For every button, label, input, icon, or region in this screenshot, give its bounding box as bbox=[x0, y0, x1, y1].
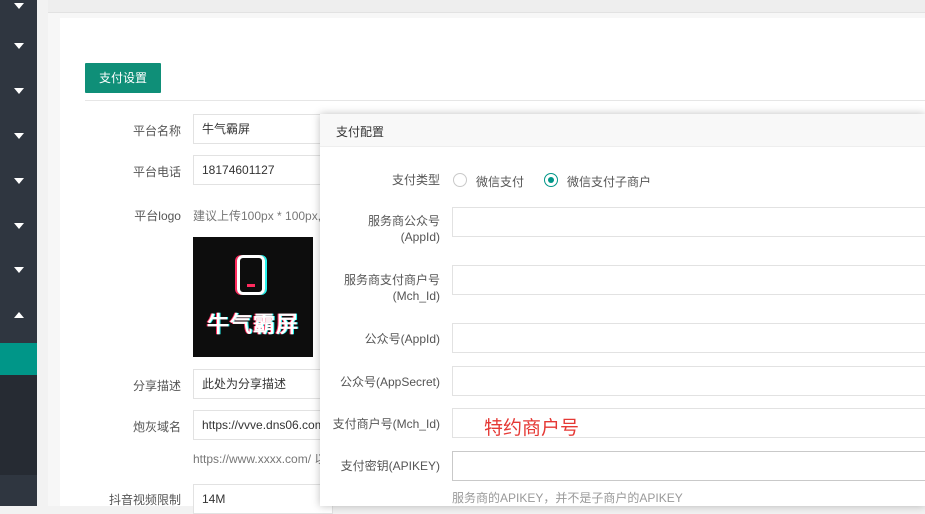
apikey-hint: 服务商的APIKEY，并不是子商户的APIKEY bbox=[452, 491, 683, 505]
mchid-label: 支付商户号(Mch_Id) bbox=[332, 417, 440, 431]
sidebar bbox=[0, 0, 37, 506]
radio-wechat-pay-label[interactable]: 微信支付 bbox=[476, 173, 524, 190]
cannon-domain-label: 炮灰域名 bbox=[132, 420, 181, 434]
pay-config-dialog: 支付配置 支付类型 微信支付 微信支付子商户 服务商公众号 (AppId) 服务… bbox=[320, 114, 925, 506]
sp-mchid-label-line1: 服务商支付商户号 bbox=[343, 273, 440, 287]
dialog-header: 支付配置 bbox=[320, 114, 925, 147]
chevron-down-icon bbox=[14, 43, 24, 49]
appsecret-input[interactable] bbox=[452, 366, 925, 396]
sidebar-item-8[interactable] bbox=[0, 294, 37, 338]
sidebar-item-3[interactable] bbox=[0, 70, 37, 114]
sp-appid-label: 服务商公众号 (AppId) bbox=[320, 213, 440, 245]
sp-appid-label-line1: 服务商公众号 bbox=[367, 214, 440, 228]
logo-size-hint: 建议上传100px * 100px, bbox=[193, 209, 322, 223]
radio-wechat-pay[interactable] bbox=[453, 173, 467, 187]
annotation-text: 特约商户号 bbox=[484, 418, 580, 439]
platform-name-input[interactable]: 牛气霸屏 bbox=[193, 114, 333, 144]
logo-brand-text: 牛气霸屏 bbox=[206, 312, 299, 337]
sidebar-item-2[interactable] bbox=[0, 25, 37, 69]
chevron-down-icon bbox=[14, 133, 24, 139]
appid-input[interactable] bbox=[452, 323, 925, 353]
pay-settings-button[interactable]: 支付设置 bbox=[85, 63, 161, 93]
domain-format-hint: https://www.xxxx.com/ 以 bbox=[193, 452, 327, 466]
apikey-input[interactable] bbox=[452, 451, 925, 481]
sidebar-item-7[interactable] bbox=[0, 249, 37, 293]
phone-logo-icon bbox=[237, 255, 265, 295]
chevron-down-icon bbox=[14, 88, 24, 94]
appid-label: 公众号(AppId) bbox=[364, 332, 440, 346]
platform-logo-label: 平台logo bbox=[134, 209, 181, 223]
share-desc-label: 分享描述 bbox=[132, 379, 181, 393]
sp-mchid-label-line2: (Mch_Id) bbox=[392, 289, 440, 303]
video-limit-input[interactable]: 14M bbox=[193, 484, 333, 514]
sidebar-item-5[interactable] bbox=[0, 160, 37, 204]
pay-type-label: 支付类型 bbox=[391, 173, 440, 187]
radio-wechat-submerchant-label[interactable]: 微信支付子商户 bbox=[567, 173, 651, 190]
platform-phone-input[interactable]: 18174601127 bbox=[193, 155, 333, 185]
sidebar-item-active[interactable] bbox=[0, 343, 37, 375]
chevron-down-icon bbox=[14, 178, 24, 184]
sidebar-item-6[interactable] bbox=[0, 205, 37, 249]
sp-mchid-input[interactable] bbox=[452, 265, 925, 295]
video-limit-label: 抖音视频限制 bbox=[108, 493, 181, 507]
chevron-down-icon bbox=[14, 3, 24, 9]
sp-appid-label-line2: (AppId) bbox=[400, 230, 440, 244]
sp-appid-input[interactable] bbox=[452, 207, 925, 237]
dialog-title: 支付配置 bbox=[336, 125, 385, 139]
appsecret-label: 公众号(AppSecret) bbox=[339, 375, 440, 389]
sidebar-item-4[interactable] bbox=[0, 115, 37, 159]
sp-mchid-label: 服务商支付商户号 (Mch_Id) bbox=[320, 272, 440, 304]
top-strip bbox=[48, 0, 925, 13]
radio-wechat-submerchant[interactable] bbox=[544, 173, 558, 187]
apikey-label: 支付密钥(APIKEY) bbox=[340, 459, 440, 473]
cannon-domain-input[interactable]: https://vvve.dns06.com bbox=[193, 410, 333, 440]
platform-phone-label: 平台电话 bbox=[132, 165, 181, 179]
sidebar-submenu bbox=[0, 375, 37, 475]
platform-name-label: 平台名称 bbox=[132, 124, 181, 138]
tab-divider bbox=[85, 100, 925, 101]
share-desc-input[interactable]: 此处为分享描述 bbox=[193, 369, 333, 399]
platform-logo-image[interactable]: 牛气霸屏 bbox=[193, 237, 313, 357]
chevron-up-icon bbox=[14, 312, 24, 318]
chevron-down-icon bbox=[14, 223, 24, 229]
chevron-down-icon bbox=[14, 267, 24, 273]
